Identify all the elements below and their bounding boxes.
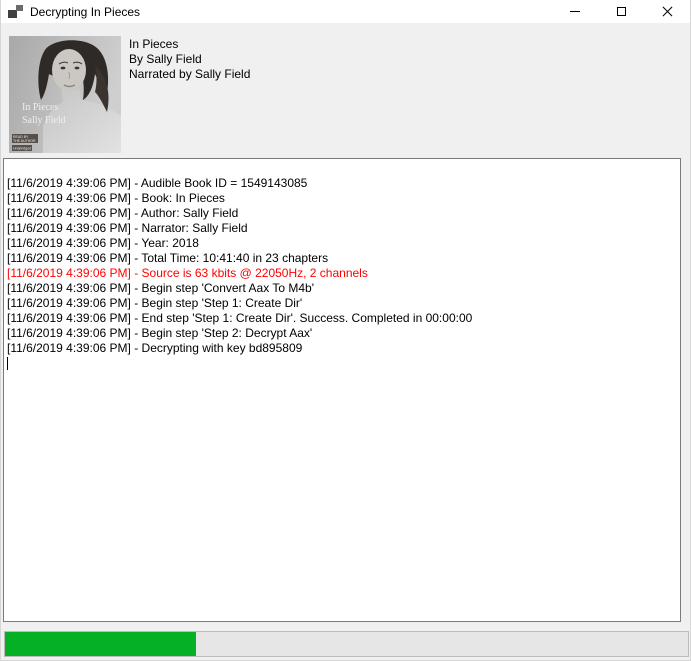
log-line: [11/6/2019 4:39:06 PM] - Begin step 'Con… [7, 281, 680, 296]
app-window: { "window": { "title": "Decrypting In Pi… [0, 0, 691, 661]
log-line: [11/6/2019 4:39:06 PM] - Begin step 'Ste… [7, 326, 680, 341]
log-line: [11/6/2019 4:39:06 PM] - Decrypting with… [7, 341, 680, 356]
book-info: In Pieces By Sally Field Narrated by Sal… [129, 37, 250, 82]
window-controls [552, 0, 690, 23]
book-author: By Sally Field [129, 52, 250, 67]
app-icon-square-small [16, 5, 23, 11]
log-line: [11/6/2019 4:39:06 PM] - End step 'Step … [7, 311, 680, 326]
log-line: [11/6/2019 4:39:06 PM] - Begin step 'Ste… [7, 296, 680, 311]
cover-badge-line2: THE AUTHOR [13, 139, 36, 143]
close-icon [662, 7, 672, 17]
progress-bar [4, 631, 689, 657]
log-line: [11/6/2019 4:39:06 PM] - Source is 63 kb… [7, 266, 680, 281]
text-caret [7, 357, 8, 370]
log-line: [11/6/2019 4:39:06 PM] - Book: In Pieces [7, 191, 680, 206]
maximize-button[interactable] [598, 0, 644, 23]
minimize-icon [570, 11, 580, 12]
cover-author-text: Sally Field [22, 115, 66, 126]
log-line: [11/6/2019 4:39:06 PM] - Audible Book ID… [7, 176, 680, 191]
book-title: In Pieces [129, 37, 250, 52]
minimize-button[interactable] [552, 0, 598, 23]
log-output[interactable]: [11/6/2019 4:39:06 PM] - Audible Book ID… [3, 158, 681, 622]
window-title: Decrypting In Pieces [30, 5, 552, 19]
log-line: [11/6/2019 4:39:06 PM] - Year: 2018 [7, 236, 680, 251]
book-cover-art: In Pieces Sally Field READ BY THE AUTHOR… [9, 36, 121, 153]
title-bar[interactable]: Decrypting In Pieces [1, 0, 690, 23]
maximize-icon [617, 7, 626, 16]
cover-title-text: In Pieces [22, 102, 58, 113]
log-line: [11/6/2019 4:39:06 PM] - Total Time: 10:… [7, 251, 680, 266]
app-icon [8, 5, 23, 18]
progress-fill [5, 632, 196, 656]
cover-edition-text: Unabridged [13, 147, 31, 151]
log-line: [11/6/2019 4:39:06 PM] - Author: Sally F… [7, 206, 680, 221]
log-line: [11/6/2019 4:39:06 PM] - Narrator: Sally… [7, 221, 680, 236]
book-narrator: Narrated by Sally Field [129, 67, 250, 82]
close-button[interactable] [644, 0, 690, 23]
book-cover: In Pieces Sally Field READ BY THE AUTHOR… [9, 36, 121, 153]
app-icon-square-large [8, 10, 17, 18]
